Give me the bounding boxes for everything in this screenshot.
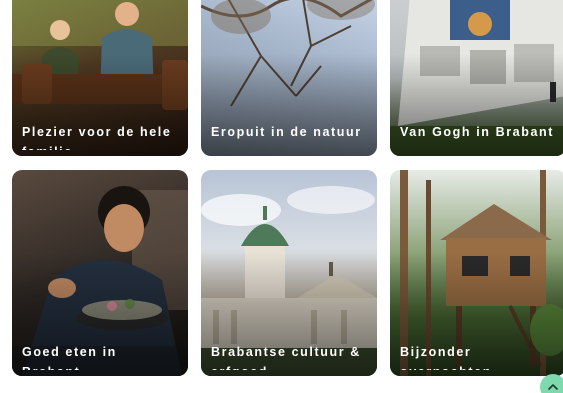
- card-nature[interactable]: Eropuit in de natuur: [201, 0, 377, 156]
- card-culture-heritage[interactable]: Brabantse cultuur & erfgoed: [201, 170, 377, 376]
- card-van-gogh[interactable]: Van Gogh in Brabant: [390, 0, 563, 156]
- card-family-fun[interactable]: Plezier voor de hele familie: [12, 0, 188, 156]
- category-grid: Plezier voor de hele familie Eropuit in …: [12, 0, 563, 393]
- scroll-to-top-button[interactable]: [540, 374, 563, 393]
- card-title: Van Gogh in Brabant: [400, 125, 555, 139]
- card-food[interactable]: Goed eten in Brabant: [12, 170, 188, 376]
- card-special-stays[interactable]: Bijzonder overnachten: [390, 170, 563, 376]
- card-title: Brabantse cultuur & erfgoed: [211, 345, 361, 370]
- chevron-up-icon: [548, 384, 558, 390]
- card-title: Goed eten in Brabant: [22, 345, 117, 370]
- card-title: Plezier voor de hele familie: [22, 125, 172, 150]
- card-title: Eropuit in de natuur: [211, 125, 362, 139]
- card-title: Bijzonder overnachten: [400, 345, 490, 370]
